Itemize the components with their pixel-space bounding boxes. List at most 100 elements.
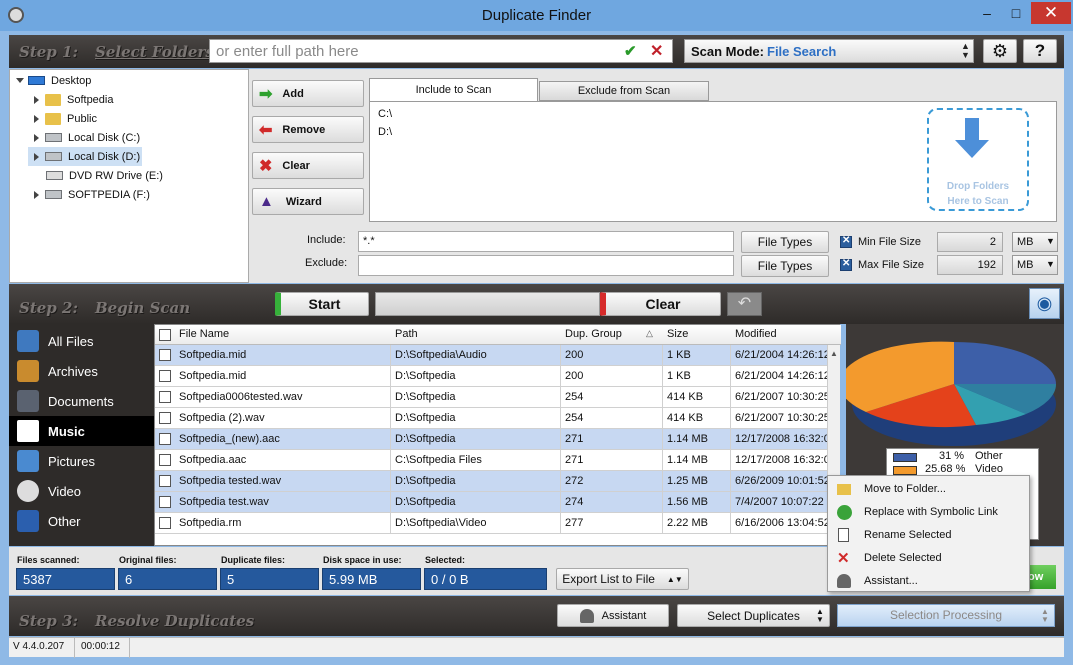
close-button[interactable]: ✕ (1031, 2, 1071, 24)
clear-list-button[interactable]: ✖ Clear (252, 152, 364, 179)
min-size-unit-select[interactable]: MB ▼ (1012, 232, 1058, 252)
menu-replace-symlink[interactable]: Replace with Symbolic Link (828, 501, 1028, 524)
category-other[interactable]: Other (9, 506, 154, 536)
category-pictures[interactable]: Pictures (9, 446, 154, 476)
col-modified[interactable]: Modified (735, 328, 777, 340)
tree-item-dvd[interactable]: DVD RW Drive (E:) (46, 166, 163, 185)
table-row[interactable]: Softpedia.mid D:\Softpedia 200 1 KB 6/21/200… (155, 366, 827, 387)
table-row[interactable]: Softpedia test.wav D:\Softpedia 274 1.56 MB… (155, 492, 827, 513)
scan-path-item[interactable]: D:\ (378, 126, 392, 138)
tab-exclude[interactable]: Exclude from Scan (539, 81, 709, 101)
table-row[interactable]: Softpedia0006tested.wav D:\Softpedia 254 41… (155, 387, 827, 408)
expand-icon[interactable] (34, 152, 39, 161)
category-archives[interactable]: Archives (9, 356, 154, 386)
tab-include[interactable]: Include to Scan (369, 78, 538, 102)
clear-scan-button[interactable]: Clear (600, 292, 721, 316)
x-icon: ✖ (259, 157, 273, 175)
tree-item-drive-f[interactable]: SOFTPEDIA (F:) (34, 185, 150, 204)
help-button[interactable]: ? (1023, 39, 1057, 63)
pie-chart (846, 341, 1057, 446)
scan-path-item[interactable]: C:\ (378, 108, 392, 120)
row-checkbox[interactable] (159, 496, 171, 508)
row-checkbox[interactable] (159, 433, 171, 445)
scan-mode-select[interactable]: Scan Mode: File Search ▲ ▼ (684, 39, 974, 63)
drop-zone[interactable]: Drop Folders Here to Scan (927, 108, 1029, 211)
row-checkbox[interactable] (159, 475, 171, 487)
add-button[interactable]: ➡ Add (252, 80, 364, 107)
min-size-checkbox[interactable] (840, 235, 852, 248)
min-size-input[interactable]: 2 (937, 232, 1003, 252)
row-checkbox[interactable] (159, 391, 171, 403)
table-row[interactable]: Softpedia.mid D:\Softpedia\Audio 200 1 KB 6/… (155, 345, 827, 366)
confirm-check-icon[interactable]: ✔ (624, 42, 637, 60)
undo-icon[interactable]: ↶ (727, 292, 762, 316)
menu-move-to-folder[interactable]: Move to Folder... (828, 478, 1028, 501)
desktop-icon (28, 76, 45, 85)
expand-icon[interactable] (34, 95, 39, 104)
menu-rename-selected[interactable]: Rename Selected (828, 524, 1028, 547)
folder-tree[interactable]: Desktop Softpedia Public Local Disk (C:)… (9, 69, 249, 283)
tree-item-softpedia[interactable]: Softpedia (34, 90, 113, 109)
col-size[interactable]: Size (667, 328, 688, 340)
col-dup-group[interactable]: Dup. Group (565, 328, 622, 340)
eye-icon[interactable]: ◉ (1029, 288, 1060, 319)
row-checkbox[interactable] (159, 370, 171, 382)
expand-icon[interactable] (34, 133, 39, 142)
menu-delete-selected[interactable]: ✕ Delete Selected (828, 547, 1028, 570)
table-row[interactable]: Softpedia.rm D:\Softpedia\Video 277 2.22 MB… (155, 513, 827, 534)
category-music[interactable]: Music (9, 416, 154, 446)
max-size-unit-select[interactable]: MB ▼ (1012, 255, 1058, 275)
selection-processing-button[interactable]: Selection Processing ▲ ▼ (837, 604, 1055, 627)
include-input[interactable]: *.* (358, 231, 734, 252)
row-checkbox[interactable] (159, 349, 171, 361)
table-row[interactable]: Softpedia_(new).aac D:\Softpedia 271 1.14 M… (155, 429, 827, 450)
scroll-up-icon[interactable]: ▲ (830, 349, 838, 358)
category-video[interactable]: Video (9, 476, 154, 506)
col-file-name[interactable]: File Name (179, 328, 229, 340)
expand-icon[interactable] (34, 190, 39, 199)
table-row[interactable]: Softpedia tested.wav D:\Softpedia 272 1.25 … (155, 471, 827, 492)
table-row[interactable]: Softpedia (2).wav D:\Softpedia 254 414 KB 6/… (155, 408, 827, 429)
chevron-down-icon: ▼ (1046, 236, 1055, 246)
cell-path: D:\Softpedia\Video (395, 517, 487, 529)
expand-icon[interactable] (16, 78, 24, 83)
select-duplicates-button[interactable]: Select Duplicates ▲ ▼ (677, 604, 830, 627)
exclude-input[interactable] (358, 255, 734, 276)
row-checkbox[interactable] (159, 412, 171, 424)
max-size-input[interactable]: 192 (937, 255, 1003, 275)
max-size-checkbox[interactable] (840, 258, 852, 271)
tree-item-drive-c[interactable]: Local Disk (C:) (34, 128, 140, 147)
results-table[interactable]: File Name Path Dup. Group △ Size Modifie… (154, 324, 841, 546)
maximize-button[interactable]: □ (1002, 2, 1030, 24)
table-row[interactable]: Softpedia.aac C:\Softpedia Files 271 1.14 M… (155, 450, 827, 471)
tree-item-desktop[interactable]: Desktop (16, 71, 91, 90)
speaker-icon (17, 420, 39, 442)
category-all-files[interactable]: All Files (9, 326, 154, 356)
expand-icon[interactable] (34, 114, 39, 123)
gear-icon[interactable]: ⚙ (983, 39, 1017, 63)
include-file-types-button[interactable]: File Types (741, 231, 829, 253)
row-checkbox[interactable] (159, 454, 171, 466)
cancel-x-icon[interactable]: ✕ (650, 41, 663, 61)
remove-button[interactable]: ⬅ Remove (252, 116, 364, 143)
path-input[interactable]: or enter full path here ✔ ✕ (209, 39, 673, 63)
cell-name: Softpedia.mid (179, 370, 247, 382)
col-path[interactable]: Path (395, 328, 418, 340)
wizard-button[interactable]: ▲ Wizard (252, 188, 364, 215)
start-button[interactable]: Start (275, 292, 369, 316)
column-divider (662, 492, 663, 513)
process-now-button[interactable]: ow (1028, 565, 1056, 589)
tree-item-drive-d[interactable]: Local Disk (D:) (28, 147, 142, 166)
select-all-checkbox[interactable] (159, 329, 171, 341)
column-divider (560, 429, 561, 450)
tree-item-public[interactable]: Public (34, 109, 97, 128)
category-documents[interactable]: Documents (9, 386, 154, 416)
exclude-file-types-button[interactable]: File Types (741, 255, 829, 277)
minimize-button[interactable]: – (973, 2, 1001, 24)
row-checkbox[interactable] (159, 517, 171, 529)
assistant-button[interactable]: Assistant (557, 604, 669, 627)
menu-assistant[interactable]: Assistant... (828, 570, 1028, 593)
export-list-button[interactable]: Export List to File ▲▼ (556, 568, 689, 590)
all-files-icon (17, 330, 39, 352)
include-list[interactable]: C:\ D:\ Drop Folders Here to Scan (369, 101, 1057, 222)
